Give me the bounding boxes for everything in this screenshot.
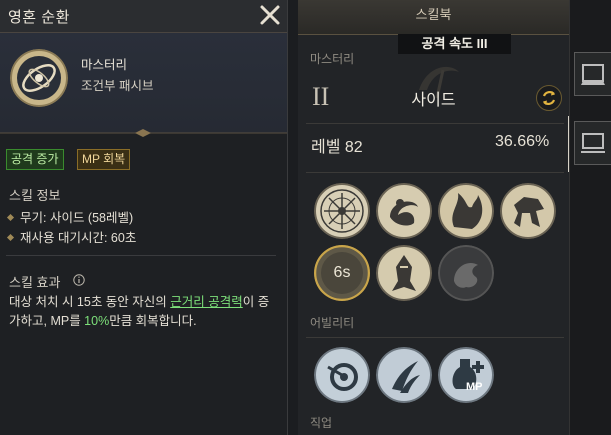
swap-button[interactable] [536,85,562,111]
soul-cycle-skill-icon [10,49,68,107]
slash-ability-icon[interactable] [376,347,432,403]
divider [306,123,564,124]
flame-skill-icon[interactable] [438,183,494,239]
locked-dragon-skill-icon[interactable] [438,245,494,301]
skill-name: 마스터리 [81,58,128,72]
soul-cycle-skill-icon[interactable] [314,183,370,239]
side-tab-computer[interactable] [574,121,611,165]
monitor-icon [581,133,605,153]
effect-highlight-percent: 10% [84,314,110,328]
effect-highlight-melee-attack: 근거리 공격력 [170,295,243,309]
tag-mp-recovery: MP 회복 [77,149,131,170]
skill-info-heading: 스킬 정보 [9,188,61,203]
tooltip-header: 영혼 순환 [0,0,287,33]
effect-text-part: 대상 처치 시 15초 동안 자신의 [9,295,171,309]
close-icon[interactable] [258,3,282,27]
tooltip-title: 영혼 순환 [8,9,70,26]
tooltip-summary: 마스터리 조건부 패시브 [0,33,287,133]
beast-skill-icon[interactable] [500,183,556,239]
selected-skill-label: 공격 속도 III [398,34,511,54]
info-item-cooldown: 재사용 대기시간: 60초 [6,227,136,246]
tag-attack-increase: 공격 증가 [6,149,64,170]
skill-effect-heading: 스킬 효과 [9,275,61,290]
skill-tooltip-panel: 영혼 순환 마스터리 조건부 패시브 공격 증가 MP 회복 스킬 정보 무기:… [0,0,288,435]
mastery-section-label: 마스터리 [310,52,355,66]
target-ability-icon[interactable] [314,347,370,403]
book-icon [581,64,605,85]
reaper-skill-icon[interactable] [376,245,432,301]
divider [306,337,564,338]
skill-effect-description: 대상 처치 시 15초 동안 자신의 근거리 공격력이 증가하고, MP를 10… [9,293,277,331]
skillbook-header: 스킬북 [298,0,569,35]
section-divider [6,255,276,256]
level-label: 레벨 82 [311,139,363,156]
class-selector-row[interactable]: II 사이드 [298,66,569,116]
mp-potion-ability-icon[interactable] [438,347,494,403]
swirl-skill-icon[interactable] [376,183,432,239]
divider-ornament [0,129,287,137]
effect-text-part: 만큼 회복합니다. [109,314,197,328]
job-section-label: 직업 [310,416,333,430]
swap-icon [542,91,556,105]
skillbook-panel: 스킬북 마스터리 II 사이드 공격 속도 III 레벨 82 36.66% 6… [298,0,569,435]
info-icon[interactable] [73,274,85,286]
level-percent: 36.66% [495,133,550,150]
cooldown-timer-label: 6s [333,264,351,281]
divider [306,172,564,173]
ability-section-label: 어빌리티 [310,316,355,330]
mp-badge: MP [466,381,483,393]
class-name: 사이드 [411,92,456,109]
side-tab-book[interactable] [574,52,611,96]
side-tab-strip [569,0,611,435]
info-item-weapon: 무기: 사이드 (58레벨) [6,207,133,226]
skill-type: 조건부 패시브 [81,79,154,93]
skillbook-title: 스킬북 [415,7,452,22]
